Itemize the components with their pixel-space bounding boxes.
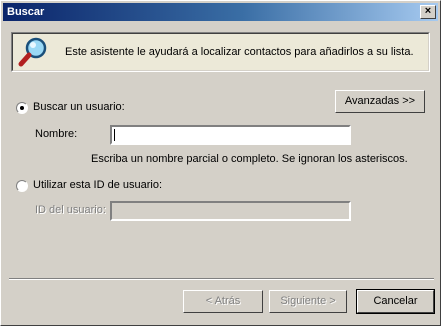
cancel-button[interactable]: Cancelar — [356, 289, 435, 314]
advanced-button[interactable]: Avanzadas >> — [335, 90, 425, 113]
search-user-radio[interactable] — [16, 102, 28, 114]
user-id-input[interactable] — [110, 201, 351, 221]
search-user-label[interactable]: Buscar un usuario: — [33, 101, 125, 114]
title-bar[interactable]: Buscar × — [3, 3, 438, 21]
name-label: Nombre: — [35, 128, 78, 140]
info-panel: Este asistente le ayudará a localizar co… — [11, 32, 430, 72]
back-button[interactable]: < Atrás — [183, 290, 263, 313]
use-id-label[interactable]: Utilizar esta ID de usuario: — [33, 179, 162, 192]
name-hint: Escriba un nombre parcial o completo. Se… — [91, 153, 408, 165]
user-id-label: ID del usuario: — [35, 204, 106, 216]
name-input[interactable] — [110, 125, 351, 145]
info-text: Este asistente le ayudará a localizar co… — [65, 46, 414, 58]
use-id-radio[interactable] — [16, 180, 28, 192]
window-title: Buscar — [7, 6, 45, 18]
next-button[interactable]: Siguiente > — [269, 290, 347, 313]
magnifier-icon — [18, 37, 47, 67]
separator — [9, 278, 434, 280]
close-button[interactable]: × — [420, 5, 436, 19]
search-dialog: Buscar × Este asistente le ayudará a loc… — [0, 0, 441, 326]
